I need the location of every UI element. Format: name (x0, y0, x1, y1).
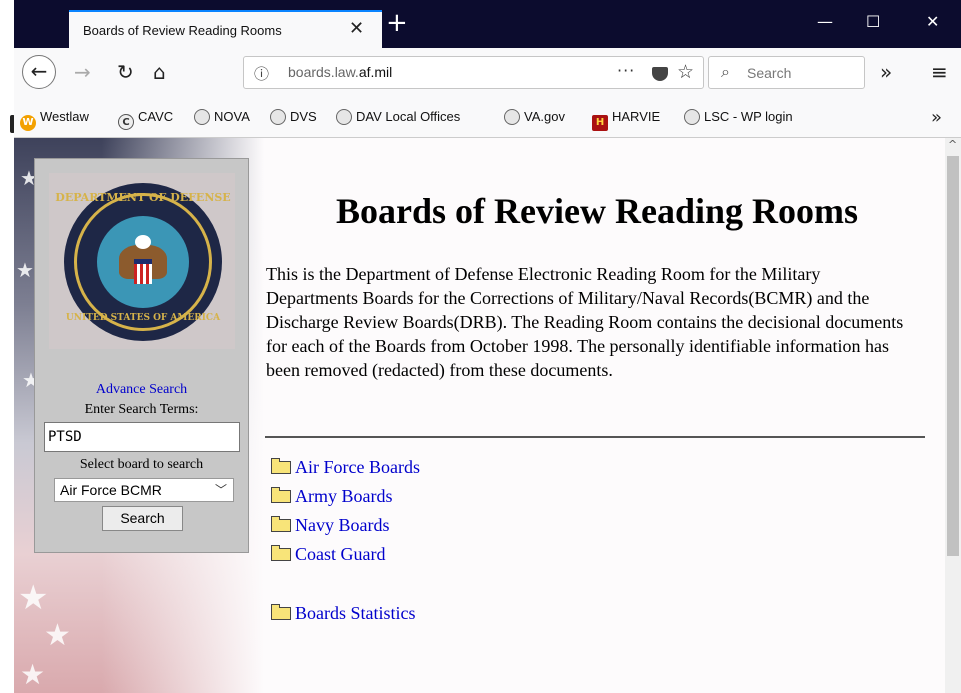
pocket-icon[interactable] (652, 67, 668, 81)
link-army-boards[interactable]: Army Boards (271, 486, 393, 507)
intro-paragraph: This is the Department of Defense Electr… (266, 264, 904, 380)
bookmark-dvs[interactable]: DVS (270, 109, 317, 125)
tab-boards-of-review[interactable]: Boards of Review Reading Rooms ✕ (69, 10, 382, 48)
star-icon: ★ (20, 658, 46, 691)
link-navy-boards[interactable]: Navy Boards (271, 515, 389, 536)
reload-button[interactable]: ↻ (117, 61, 134, 83)
tab-title: Boards of Review Reading Rooms (83, 23, 282, 38)
globe-icon (684, 109, 700, 125)
cavc-icon: C (118, 114, 134, 130)
scroll-up-icon[interactable]: ^ (948, 138, 957, 151)
search-icon: ⌕ (721, 62, 730, 81)
globe-icon (270, 109, 286, 125)
scroll-thumb[interactable] (947, 156, 959, 556)
new-tab-button[interactable]: + (386, 8, 408, 38)
star-icon: ★ (44, 618, 71, 653)
home-button[interactable]: ⌂ (153, 61, 166, 83)
forward-button[interactable]: → (74, 61, 91, 83)
browser-window: Boards of Review Reading Rooms ✕ + — ☐ ✕… (14, 0, 961, 693)
bookmark-cavc[interactable]: C CAVC (118, 109, 173, 130)
info-icon[interactable]: ⓘ (254, 63, 269, 84)
page-actions-icon[interactable]: ··· (617, 61, 635, 80)
dod-seal: DEPARTMENT OF DEFENSE UNITED STATES OF A… (49, 173, 235, 349)
search-terms-input[interactable]: PTSD (44, 422, 240, 452)
bookmark-dav-local-offices[interactable]: DAV Local Offices (336, 109, 460, 125)
advance-search-link[interactable]: Advance Search (35, 382, 248, 398)
page-title: Boards of Review Reading Rooms (336, 191, 858, 231)
back-button[interactable]: ← (22, 55, 56, 89)
navigation-toolbar: ← → ↻ ⌂ ⓘ boards.law.af.mil ··· ☆ ⌕ Sear… (14, 48, 961, 98)
close-window-button[interactable]: ✕ (926, 12, 939, 31)
star-icon: ★ (18, 578, 49, 618)
globe-icon (194, 109, 210, 125)
search-panel: DEPARTMENT OF DEFENSE UNITED STATES OF A… (34, 158, 249, 553)
harvard-shield-icon: H (592, 115, 608, 131)
divider (265, 436, 925, 438)
star-icon: ★ (16, 258, 34, 282)
seal-text-bottom: UNITED STATES OF AMERICA (65, 313, 221, 323)
eagle-head (135, 235, 151, 249)
folder-icon (271, 516, 291, 532)
link-coast-guard[interactable]: Coast Guard (271, 544, 385, 565)
overflow-chevron-icon[interactable]: » (880, 61, 892, 83)
link-boards-statistics[interactable]: Boards Statistics (271, 603, 416, 624)
seal-text-top: DEPARTMENT OF DEFENSE (55, 191, 231, 204)
vertical-scrollbar[interactable]: ^ (945, 138, 961, 693)
westlaw-icon: W (20, 115, 36, 131)
maximize-button[interactable]: ☐ (866, 12, 880, 31)
globe-icon (336, 109, 352, 125)
tab-close-icon[interactable]: ✕ (349, 18, 364, 39)
chevron-down-icon: ﹀ (214, 483, 227, 497)
minimize-button[interactable]: — (817, 12, 833, 31)
url-text[interactable]: boards.law.af.mil (288, 64, 392, 80)
shield-icon (134, 259, 152, 284)
page-content: ★ ★ ★ ★ ★ ★ DEPARTMENT OF DEFENSE UNITED… (14, 138, 945, 693)
bookmark-nova[interactable]: NOVA (194, 109, 250, 125)
title-bar: Boards of Review Reading Rooms ✕ + — ☐ ✕ (14, 0, 961, 48)
folder-icon (271, 545, 291, 561)
bookmark-star-icon[interactable]: ☆ (677, 61, 694, 83)
link-air-force-boards[interactable]: Air Force Boards (271, 457, 420, 478)
board-select-label: Select board to search (79, 457, 204, 472)
bookmark-harvie[interactable]: H HARVIE (592, 109, 660, 131)
board-select[interactable]: Air Force BCMR ﹀ (54, 478, 234, 502)
search-terms-label: Enter Search Terms: (84, 402, 199, 417)
globe-icon (504, 109, 520, 125)
bookmark-westlaw[interactable]: W Westlaw (20, 109, 89, 131)
folder-icon (271, 604, 291, 620)
hamburger-menu-icon[interactable]: ≡ (931, 61, 948, 83)
search-placeholder: Search (747, 65, 792, 81)
bookmarks-overflow-icon[interactable]: » (931, 107, 942, 128)
bookmark-va-gov[interactable]: VA.gov (504, 109, 565, 125)
folder-icon (271, 458, 291, 474)
bookmark-lsc-wp-login[interactable]: LSC - WP login (684, 109, 793, 125)
folder-icon (271, 487, 291, 503)
search-bar[interactable]: ⌕ Search (708, 56, 865, 89)
bookmarks-toolbar: W Westlaw C CAVC NOVA DVS DAV Local Office… (14, 98, 961, 138)
url-bar[interactable]: ⓘ boards.law.af.mil ··· ☆ (243, 56, 704, 89)
desktop-edge (0, 0, 15, 693)
search-button[interactable]: Search (102, 506, 183, 531)
